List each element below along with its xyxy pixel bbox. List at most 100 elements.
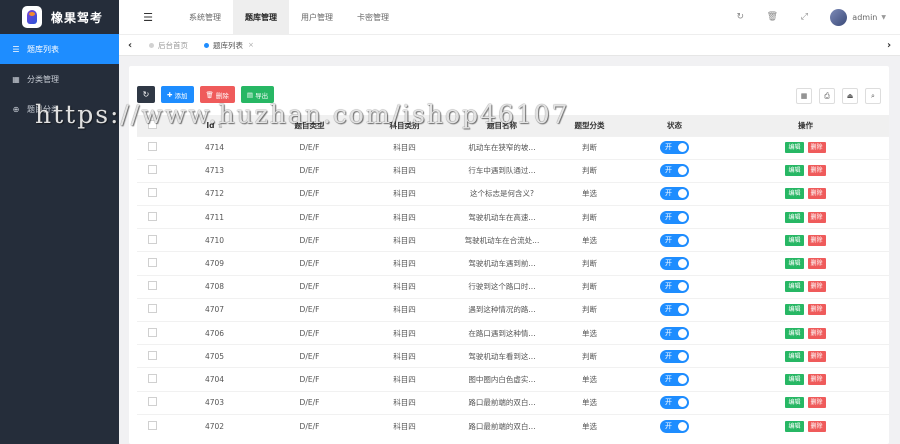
status-toggle[interactable]: 开 (660, 141, 689, 155)
menu-toggle-icon[interactable]: ☰ (119, 0, 177, 34)
table-row[interactable]: 4710 D/E/F 科目四 驾驶机动车在合流处... 单选 开 编辑 删除 (137, 228, 889, 252)
nav-users[interactable]: 用户管理 (289, 0, 345, 34)
nav-card-keys[interactable]: 卡密管理 (345, 0, 401, 34)
delete-row-button[interactable]: 删除 (807, 397, 826, 409)
delete-row-button[interactable]: 删除 (807, 350, 826, 362)
row-checkbox[interactable] (147, 165, 157, 175)
user-name[interactable]: admin (852, 13, 877, 22)
edit-button[interactable]: 编辑 (785, 397, 804, 409)
table-row[interactable]: 4714 D/E/F 科目四 机动车在狭窄的坡... 判断 开 编辑 删除 (137, 136, 889, 159)
status-toggle[interactable]: 开 (660, 303, 689, 317)
edit-button[interactable]: 编辑 (785, 350, 804, 362)
row-checkbox[interactable] (147, 327, 157, 337)
add-button[interactable]: ✚ 添加 (161, 86, 194, 103)
edit-button[interactable]: 编辑 (785, 281, 804, 293)
edit-button[interactable]: 编辑 (785, 304, 804, 316)
delete-row-button[interactable]: 删除 (807, 281, 826, 293)
table-row[interactable]: 4706 D/E/F 科目四 在路口遇到这种情... 单选 开 编辑 删除 (137, 321, 889, 345)
edit-button[interactable]: 编辑 (785, 234, 804, 246)
status-toggle[interactable]: 开 (660, 164, 689, 178)
table-row[interactable]: 4704 D/E/F 科目四 图中圈内白色虚实... 单选 开 编辑 删除 (137, 367, 889, 391)
sidebar-item-question-category[interactable]: ⊕ 题目分类 (0, 94, 119, 124)
chevron-right-icon[interactable]: › (878, 40, 900, 51)
select-all-checkbox[interactable] (147, 119, 157, 129)
avatar[interactable] (830, 8, 848, 26)
table-row[interactable]: 4712 D/E/F 科目四 这个标志是何含义? 单选 开 编辑 删除 (137, 182, 889, 205)
print-icon[interactable]: ⎙ (819, 88, 835, 104)
delete-row-button[interactable]: 删除 (807, 165, 826, 177)
fullscreen-icon[interactable]: ⤢ (788, 12, 820, 22)
columns-icon[interactable]: ▦ (796, 88, 812, 104)
delete-row-button[interactable]: 删除 (807, 211, 826, 223)
row-checkbox[interactable] (147, 304, 157, 314)
row-checkbox[interactable] (147, 397, 157, 407)
row-checkbox[interactable] (147, 420, 157, 430)
status-toggle[interactable]: 开 (660, 210, 689, 224)
column-id[interactable]: Id ⇅ (167, 115, 262, 136)
edit-button[interactable]: 编辑 (785, 211, 804, 223)
search-icon[interactable]: ⌕ (865, 88, 881, 104)
export-icon[interactable]: ⏏ (842, 88, 858, 104)
table-row[interactable]: 4708 D/E/F 科目四 行驶到这个路口时... 判断 开 编辑 删除 (137, 275, 889, 298)
row-checkbox[interactable] (147, 373, 157, 383)
status-toggle[interactable]: 开 (660, 419, 689, 433)
row-checkbox[interactable] (147, 211, 157, 221)
toggle-label: 开 (665, 212, 672, 221)
delete-row-button[interactable]: 删除 (807, 234, 826, 246)
table-row[interactable]: 4702 D/E/F 科目四 路口最前端的双白... 单选 开 编辑 删除 (137, 414, 889, 437)
edit-button[interactable]: 编辑 (785, 165, 804, 177)
status-toggle[interactable]: 开 (660, 326, 689, 340)
edit-button[interactable]: 编辑 (785, 420, 804, 432)
edit-button[interactable]: 编辑 (785, 142, 804, 154)
status-toggle[interactable]: 开 (660, 233, 689, 247)
delete-button[interactable]: 🗑 删除 (199, 86, 235, 103)
edit-button[interactable]: 编辑 (785, 373, 804, 385)
chevron-down-icon[interactable]: ▼ (881, 14, 886, 21)
status-toggle[interactable]: 开 (660, 349, 689, 363)
table-row[interactable]: 4709 D/E/F 科目四 驾驶机动车遇到前... 判断 开 编辑 删除 (137, 251, 889, 275)
delete-row-button[interactable]: 删除 (807, 304, 826, 316)
delete-row-button[interactable]: 删除 (807, 142, 826, 154)
delete-row-button[interactable]: 删除 (807, 327, 826, 339)
cell-actions: 编辑 删除 (722, 345, 889, 368)
status-toggle[interactable]: 开 (660, 257, 689, 271)
delete-row-button[interactable]: 删除 (807, 420, 826, 432)
app-logo[interactable]: 橡果驾考 (0, 0, 119, 34)
refresh-icon[interactable]: ↻ (724, 12, 756, 22)
refresh-button[interactable]: ↻ (137, 86, 155, 103)
delete-row-button[interactable]: 删除 (807, 373, 826, 385)
table-row[interactable]: 4705 D/E/F 科目四 驾驶机动车看到这... 判断 开 编辑 删除 (137, 344, 889, 368)
tab-home[interactable]: 后台首页 (141, 35, 196, 55)
table-row[interactable]: 4703 D/E/F 科目四 路口最前端的双白... 单选 开 编辑 删除 (137, 391, 889, 414)
status-toggle[interactable]: 开 (660, 280, 689, 294)
table-row[interactable]: 4711 D/E/F 科目四 驾驶机动车在高速... 判断 开 编辑 删除 (137, 205, 889, 229)
table-row[interactable]: 4713 D/E/F 科目四 行车中遇到队通过... 判断 开 编辑 删除 (137, 159, 889, 182)
row-checkbox[interactable] (147, 258, 157, 268)
row-checkbox[interactable] (147, 234, 157, 244)
status-toggle[interactable]: 开 (660, 187, 689, 201)
export-button[interactable]: ▤ 导出 (240, 86, 275, 103)
delete-row-button[interactable]: 删除 (807, 258, 826, 270)
edit-button[interactable]: 编辑 (785, 258, 804, 270)
nav-system[interactable]: 系统管理 (177, 0, 233, 34)
row-checkbox[interactable] (147, 350, 157, 360)
edit-button[interactable]: 编辑 (785, 188, 804, 200)
status-toggle[interactable]: 开 (660, 396, 689, 410)
tab-question-list[interactable]: 题库列表 × (196, 35, 262, 55)
sidebar-item-category-management[interactable]: ▦ 分类管理 (0, 64, 119, 94)
sort-icon[interactable]: ⇅ (218, 123, 223, 130)
trash-icon[interactable]: 🗑 (756, 12, 788, 22)
delete-row-button[interactable]: 删除 (807, 188, 826, 200)
status-toggle[interactable]: 开 (660, 372, 689, 386)
table-row[interactable]: 4707 D/E/F 科目四 遇到这种情况的路... 判断 开 编辑 删除 (137, 298, 889, 321)
chevron-left-icon[interactable]: ‹ (119, 40, 141, 51)
row-checkbox[interactable] (147, 142, 157, 152)
cell-id: 4714 (204, 143, 225, 153)
nav-question-bank[interactable]: 题库管理 (233, 0, 289, 34)
row-checkbox[interactable] (147, 281, 157, 291)
row-checkbox[interactable] (147, 188, 157, 198)
sidebar-item-question-list[interactable]: ☰ 题库列表 (0, 34, 119, 64)
file-icon: ▤ (246, 90, 256, 99)
edit-button[interactable]: 编辑 (785, 327, 804, 339)
close-icon[interactable]: × (248, 41, 254, 49)
